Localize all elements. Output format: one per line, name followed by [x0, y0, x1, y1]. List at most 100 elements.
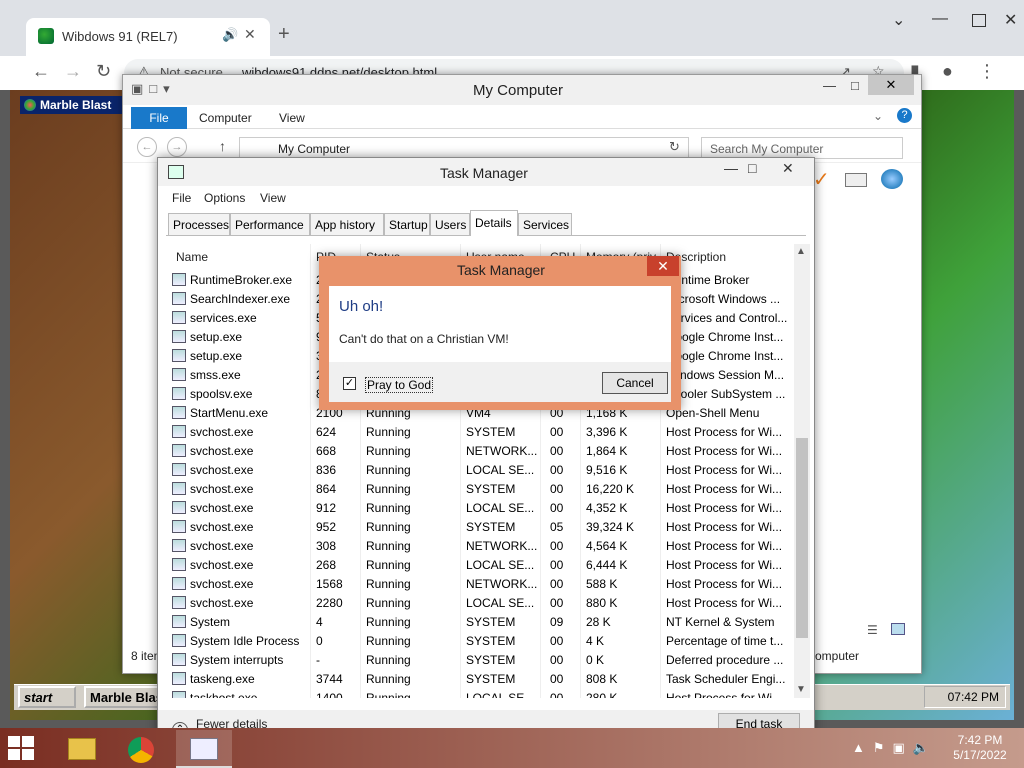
cell-pid: 1400: [316, 691, 343, 698]
mc-search-input[interactable]: Search My Computer: [701, 137, 903, 159]
forward-arrow-icon[interactable]: →: [64, 61, 82, 82]
tm-scrollbar-thumb[interactable]: [796, 438, 808, 638]
tab-users[interactable]: Users: [430, 213, 470, 235]
cancel-button[interactable]: Cancel: [602, 372, 668, 394]
table-row[interactable]: taskeng.exe 3744 Running SYSTEM 00 808 K Task …: [166, 669, 794, 688]
pray-checkbox[interactable]: ✓: [343, 377, 356, 390]
cell-status: Running: [366, 577, 411, 591]
process-icon: [172, 672, 186, 685]
tab-audio-icon[interactable]: 🔊: [222, 27, 238, 43]
mc-forward-icon[interactable]: →: [167, 137, 187, 157]
table-row[interactable]: svchost.exe 668 Running NETWORK... 00 1,864 K…: [166, 441, 794, 460]
scroll-down-icon[interactable]: ▼: [796, 684, 806, 695]
quick-access-toolbar[interactable]: ▣□▾: [131, 81, 176, 97]
cell-status: Running: [366, 615, 411, 629]
mc-refresh-icon[interactable]: ↻: [669, 139, 680, 155]
mc-back-icon[interactable]: ←: [137, 137, 157, 157]
browser-maximize-button[interactable]: [972, 14, 986, 27]
my-computer-maximize-button[interactable]: □: [851, 78, 859, 93]
help-icon[interactable]: ?: [897, 108, 912, 123]
system-tray[interactable]: ▲⚑▣🔈: [852, 740, 937, 756]
marble-blast-window-title[interactable]: Marble Blast: [20, 96, 130, 114]
tm-maximize-button[interactable]: □: [748, 160, 756, 176]
tab-performance[interactable]: Performance: [230, 213, 310, 235]
back-arrow-icon[interactable]: ←: [32, 61, 50, 82]
my-computer-titlebar[interactable]: ▣□▾ My Computer — □ ✕: [123, 75, 921, 105]
table-row[interactable]: svchost.exe 864 Running SYSTEM 00 16,220 K Hos…: [166, 479, 794, 498]
tray-chevron-icon[interactable]: ▲: [852, 740, 873, 755]
windows-logo-icon: [8, 749, 20, 760]
table-row[interactable]: svchost.exe 912 Running LOCAL SE... 00 4,352 …: [166, 498, 794, 517]
browser-dropdown-icon[interactable]: ⌄: [892, 10, 905, 30]
table-row[interactable]: System Idle Process 0 Running SYSTEM 00 4 K Pe…: [166, 631, 794, 650]
tab-details[interactable]: Details: [470, 210, 518, 236]
mc-address-path[interactable]: My Computer: [239, 137, 689, 159]
col-header-description[interactable]: Description: [666, 250, 786, 264]
process-icon: [172, 615, 186, 628]
taskbar-file-explorer[interactable]: [54, 730, 110, 768]
table-row[interactable]: svchost.exe 268 Running LOCAL SE... 00 6,444 …: [166, 555, 794, 574]
table-row[interactable]: svchost.exe 2280 Running LOCAL SE... 00 880 K…: [166, 593, 794, 612]
details-view-icon[interactable]: ☰: [867, 623, 878, 637]
cell-desc: Host Process for Wi...: [666, 691, 783, 698]
tm-menu-view[interactable]: View: [260, 191, 286, 205]
tm-minimize-button[interactable]: —: [724, 160, 738, 176]
tray-network-icon[interactable]: ▣: [893, 740, 913, 755]
table-row[interactable]: svchost.exe 952 Running SYSTEM 05 39,324 K Hos…: [166, 517, 794, 536]
ribbon-tab-view[interactable]: View: [279, 111, 305, 125]
new-tab-button[interactable]: +: [278, 23, 290, 46]
host-clock[interactable]: 7:42 PM 5/17/2022: [940, 733, 1020, 763]
profile-avatar-icon[interactable]: ●: [942, 61, 953, 82]
tray-volume-icon[interactable]: 🔈: [913, 740, 937, 755]
tab-startup[interactable]: Startup: [384, 213, 430, 235]
tm-menu-file[interactable]: File: [172, 191, 191, 205]
tab-app-history[interactable]: App history: [310, 213, 384, 235]
windows-start-button[interactable]: [8, 736, 36, 762]
tm-close-button[interactable]: ✕: [782, 160, 794, 177]
cell-desc: Windows Session M...: [666, 368, 785, 382]
tray-flag-icon[interactable]: ⚑: [873, 740, 893, 755]
table-row[interactable]: svchost.exe 624 Running SYSTEM 00 3,396 K Host…: [166, 422, 794, 441]
table-row[interactable]: svchost.exe 308 Running NETWORK... 00 4,564 K…: [166, 536, 794, 555]
pray-checkbox-label[interactable]: Pray to God: [365, 377, 434, 393]
tab-close-icon[interactable]: ✕: [244, 26, 256, 43]
ribbon-tab-file[interactable]: File: [131, 107, 187, 129]
tab-services[interactable]: Services: [518, 213, 572, 235]
tm-menu-options[interactable]: Options: [204, 191, 245, 205]
up-arrow-icon[interactable]: ↑: [219, 138, 226, 154]
cell-status: Running: [366, 653, 411, 667]
dialog-close-button[interactable]: ✕: [647, 256, 679, 276]
table-row[interactable]: System interrupts - Running SYSTEM 00 0 K Defe…: [166, 650, 794, 669]
cell-status: Running: [366, 672, 411, 686]
table-row[interactable]: taskhost.exe 1400 Running LOCAL SE... 00 280 …: [166, 688, 794, 698]
cell-name: System Idle Process: [190, 634, 300, 648]
ribbon-expand-icon[interactable]: ⌄: [873, 109, 883, 123]
cell-pid: 1568: [316, 577, 343, 591]
error-dialog[interactable]: Task Manager ✕ Uh oh! Can't do that on a…: [319, 256, 681, 410]
large-icons-view-icon[interactable]: [891, 623, 905, 635]
browser-minimize-button[interactable]: —: [932, 10, 948, 28]
reload-icon[interactable]: ↻: [96, 61, 111, 82]
tab-processes[interactable]: Processes: [168, 213, 230, 235]
process-icon: [172, 596, 186, 609]
table-row[interactable]: svchost.exe 836 Running LOCAL SE... 00 9,516 …: [166, 460, 794, 479]
col-header-name[interactable]: Name: [176, 250, 306, 264]
vm-taskbar-marble-button[interactable]: Marble Blast: [84, 686, 160, 708]
task-manager-titlebar[interactable]: Task Manager — □ ✕: [158, 158, 814, 186]
taskbar-chrome[interactable]: [114, 730, 170, 768]
vm-start-button[interactable]: start: [18, 686, 76, 708]
cell-name: setup.exe: [190, 349, 243, 363]
table-row[interactable]: System 4 Running SYSTEM 09 28 K NT Kernel & Sy…: [166, 612, 794, 631]
task-manager-window[interactable]: Task Manager — □ ✕ File Options View Pro…: [157, 157, 815, 738]
my-computer-minimize-button[interactable]: —: [823, 78, 836, 93]
cell-mem: 588 K: [586, 577, 618, 591]
browser-close-button[interactable]: ✕: [1004, 10, 1017, 30]
menu-dots-icon[interactable]: ⋮: [978, 61, 996, 82]
browser-tab[interactable]: Wibdows 91 (REL7) 🔊 ✕: [26, 18, 270, 56]
ribbon-tab-computer[interactable]: Computer: [199, 111, 252, 125]
scroll-up-icon[interactable]: ▲: [796, 246, 806, 257]
table-row[interactable]: svchost.exe 1568 Running NETWORK... 00 588 K H…: [166, 574, 794, 593]
taskbar-task-manager[interactable]: [176, 730, 232, 768]
start-label: start: [24, 690, 53, 705]
my-computer-close-button[interactable]: ✕: [868, 75, 914, 95]
